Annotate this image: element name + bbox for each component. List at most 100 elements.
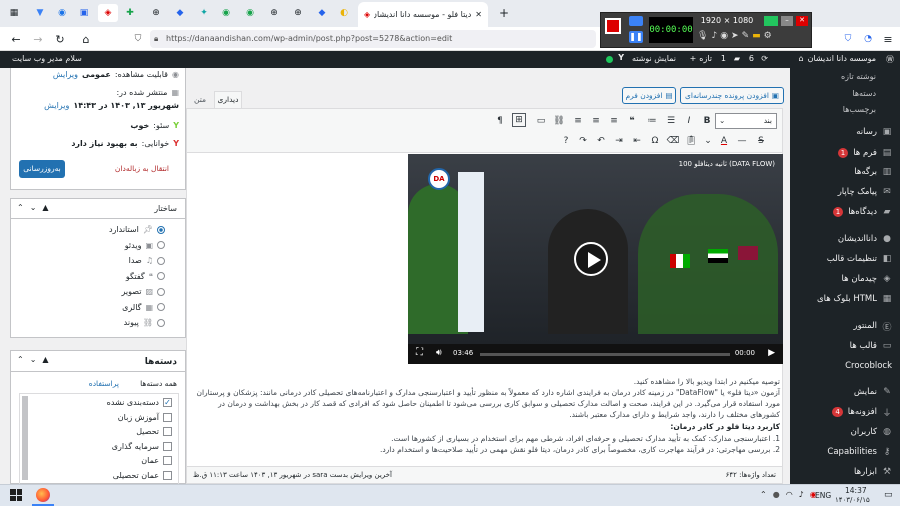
format-option[interactable]: ▣ ویدئو bbox=[125, 241, 165, 250]
read-more-icon[interactable]: ▭ bbox=[534, 114, 548, 128]
globe-icon[interactable]: ⊕ bbox=[146, 4, 166, 22]
view-post-link[interactable]: نمایش نوشته bbox=[632, 54, 676, 63]
yoast-icon[interactable]: Y bbox=[618, 53, 624, 62]
shield-icon[interactable]: ⛉ bbox=[128, 30, 148, 48]
bullet-list-icon[interactable]: ☰ bbox=[664, 114, 678, 128]
menu-item-templates[interactable]: قالب ها ▭ bbox=[790, 338, 892, 354]
collapse-icon[interactable]: ▲ bbox=[42, 203, 48, 212]
new-tab-button[interactable]: + bbox=[494, 4, 514, 22]
tab-icon[interactable]: ◆ bbox=[312, 4, 332, 22]
menu-item-users[interactable]: کاربران ◍ bbox=[790, 424, 892, 440]
notification-icon[interactable]: ▭ bbox=[884, 490, 893, 500]
tray-arrow-icon[interactable]: ⌃ bbox=[760, 490, 767, 499]
tab-all-categories[interactable]: همه دسته‌ها bbox=[140, 379, 177, 388]
updates-icon[interactable]: ⟳ bbox=[761, 54, 768, 63]
paragraph-icon[interactable]: ¶ bbox=[493, 114, 507, 128]
site-name-link[interactable]: ⌂ موسسه دانا اندیشان bbox=[799, 54, 876, 63]
video-player[interactable]: DA 100 ثانیه دیتافلو (DATA FLOW) ▶ 00:00… bbox=[408, 154, 783, 364]
chevron-down-icon[interactable]: ⌄ bbox=[30, 355, 37, 364]
menu-item-capabilities[interactable]: Capabilities ⚷ bbox=[790, 444, 892, 460]
close-icon[interactable]: ✕ bbox=[796, 16, 808, 26]
clock-time[interactable]: 14:37 bbox=[845, 486, 867, 495]
category-item[interactable]: آموزش زبان bbox=[118, 412, 172, 422]
new-content-link[interactable]: + تازه bbox=[690, 54, 712, 63]
menu-icon[interactable]: ≡ bbox=[878, 30, 898, 48]
wifi-icon[interactable]: ◠ bbox=[786, 490, 793, 499]
account-icon[interactable]: ◔ bbox=[858, 30, 878, 48]
url-bar[interactable]: 🔒︎ https://danaandishan.com/wp-admin/pos… bbox=[150, 30, 596, 48]
redo-icon[interactable]: ↷ bbox=[576, 134, 590, 148]
help-icon[interactable]: ? bbox=[559, 134, 573, 148]
menu-item-forms[interactable]: 1 فرم ها ▤ bbox=[790, 145, 892, 161]
category-item[interactable]: سرمایه گذاری bbox=[112, 441, 172, 451]
tab-icon[interactable]: ◉ bbox=[216, 4, 236, 22]
back-icon[interactable]: ← bbox=[6, 30, 26, 48]
checkbox[interactable] bbox=[163, 441, 172, 451]
menu-item-appearance[interactable]: نمایش ✎ bbox=[790, 384, 892, 400]
record-button[interactable] bbox=[605, 18, 621, 34]
language-indicator[interactable]: ENG bbox=[815, 491, 831, 500]
pause-icon[interactable]: ❚❚ bbox=[629, 31, 643, 43]
windows-start-icon[interactable] bbox=[10, 489, 22, 501]
tab-icon[interactable]: ✦ bbox=[194, 4, 214, 22]
collapse-icon[interactable]: ▲ bbox=[42, 355, 48, 364]
dropdown-icon[interactable]: ⌄ bbox=[701, 134, 715, 148]
minimize-icon[interactable]: – bbox=[781, 16, 793, 26]
tab-icon[interactable]: ◆ bbox=[170, 4, 190, 22]
fullscreen-icon[interactable]: ⛶ bbox=[416, 347, 423, 358]
add-media-button[interactable]: افزودن پرونده چندرسانه‌ای ▣ bbox=[680, 87, 784, 104]
mic-icon[interactable]: 🎙︎ bbox=[697, 31, 708, 45]
format-option[interactable]: ♫ صدا bbox=[129, 256, 165, 265]
checkbox[interactable] bbox=[163, 456, 172, 465]
format-option[interactable]: 📌︎ استاندارد bbox=[109, 225, 165, 234]
published-edit-link[interactable]: ویرایش bbox=[44, 101, 69, 110]
clock-date[interactable]: ۱۴۰۳/۰۶/۱۵ bbox=[835, 496, 870, 504]
tray-app-icon[interactable]: ● bbox=[773, 490, 780, 499]
checkbox[interactable] bbox=[163, 470, 172, 480]
paste-text-icon[interactable]: 📋︎ bbox=[684, 134, 698, 148]
category-item[interactable]: عمان تحصیلی bbox=[113, 470, 172, 480]
submenu-tags[interactable]: برچسب‌ها bbox=[843, 105, 876, 114]
menu-item-elementor[interactable]: المنتور Ⓔ bbox=[790, 318, 892, 334]
numbered-list-icon[interactable]: ≔ bbox=[645, 114, 659, 128]
folder-icon[interactable]: ▬ bbox=[752, 31, 761, 45]
tab-icon[interactable]: ▼ bbox=[30, 4, 50, 22]
outdent-icon[interactable]: ⇤ bbox=[630, 134, 644, 148]
format-option[interactable]: ❝ گفتگو bbox=[126, 272, 165, 281]
tab-icon[interactable]: ◉ bbox=[52, 4, 72, 22]
webcam-icon[interactable]: ◉ bbox=[720, 31, 728, 45]
blockquote-icon[interactable]: ❝ bbox=[625, 114, 639, 128]
menu-item-html-blocks[interactable]: بلوک های HTML ▦ bbox=[790, 291, 892, 307]
menu-item-tools[interactable]: ابزارها ⚒ bbox=[790, 464, 892, 480]
radio-button[interactable] bbox=[157, 272, 165, 280]
update-button[interactable]: به‌روزرسانی bbox=[19, 160, 65, 178]
forward-icon[interactable]: → bbox=[28, 30, 48, 48]
menu-item-sms[interactable]: پیامک چاپار ✉ bbox=[790, 184, 892, 200]
settings-icon[interactable]: ⚙ bbox=[764, 31, 772, 45]
format-option[interactable]: ⛓ پیوند bbox=[124, 318, 165, 327]
camera-icon[interactable] bbox=[629, 16, 643, 26]
align-right-icon[interactable]: ≡ bbox=[571, 114, 585, 128]
pen-icon[interactable]: ✎ bbox=[742, 31, 750, 45]
home-icon[interactable]: ⌂ bbox=[76, 30, 96, 48]
horizontal-line-icon[interactable]: — bbox=[735, 134, 749, 148]
active-tab[interactable]: ◈ دیتا فلو - موسسه دانا اندیشان ✕ bbox=[358, 2, 488, 27]
comments-icon[interactable]: ▰ bbox=[734, 54, 740, 63]
tab-icon[interactable]: ▣ bbox=[74, 4, 94, 22]
checkbox[interactable] bbox=[163, 427, 172, 436]
play-button[interactable] bbox=[574, 242, 608, 276]
progress-bar[interactable] bbox=[480, 353, 730, 356]
visibility-edit-link[interactable]: ویرایش bbox=[53, 70, 78, 79]
add-form-button[interactable]: افزودن فرم ▤ bbox=[622, 87, 676, 104]
menu-item-pages[interactable]: برگه‌ها ▥ bbox=[790, 164, 892, 180]
italic-icon[interactable]: I bbox=[682, 114, 696, 128]
radio-button[interactable] bbox=[157, 318, 165, 327]
format-option[interactable]: ▨ تصویر bbox=[122, 287, 165, 296]
special-char-icon[interactable]: Ω bbox=[648, 134, 662, 148]
align-center-icon[interactable]: ≡ bbox=[589, 114, 603, 128]
globe-icon[interactable]: ⊕ bbox=[264, 4, 284, 22]
tab-text[interactable]: متن bbox=[188, 92, 212, 108]
globe-icon[interactable]: ⊕ bbox=[288, 4, 308, 22]
firefox-icon[interactable] bbox=[36, 488, 50, 502]
menu-item-comments[interactable]: 1 دیدگاه‌ها ▰ bbox=[790, 204, 892, 220]
